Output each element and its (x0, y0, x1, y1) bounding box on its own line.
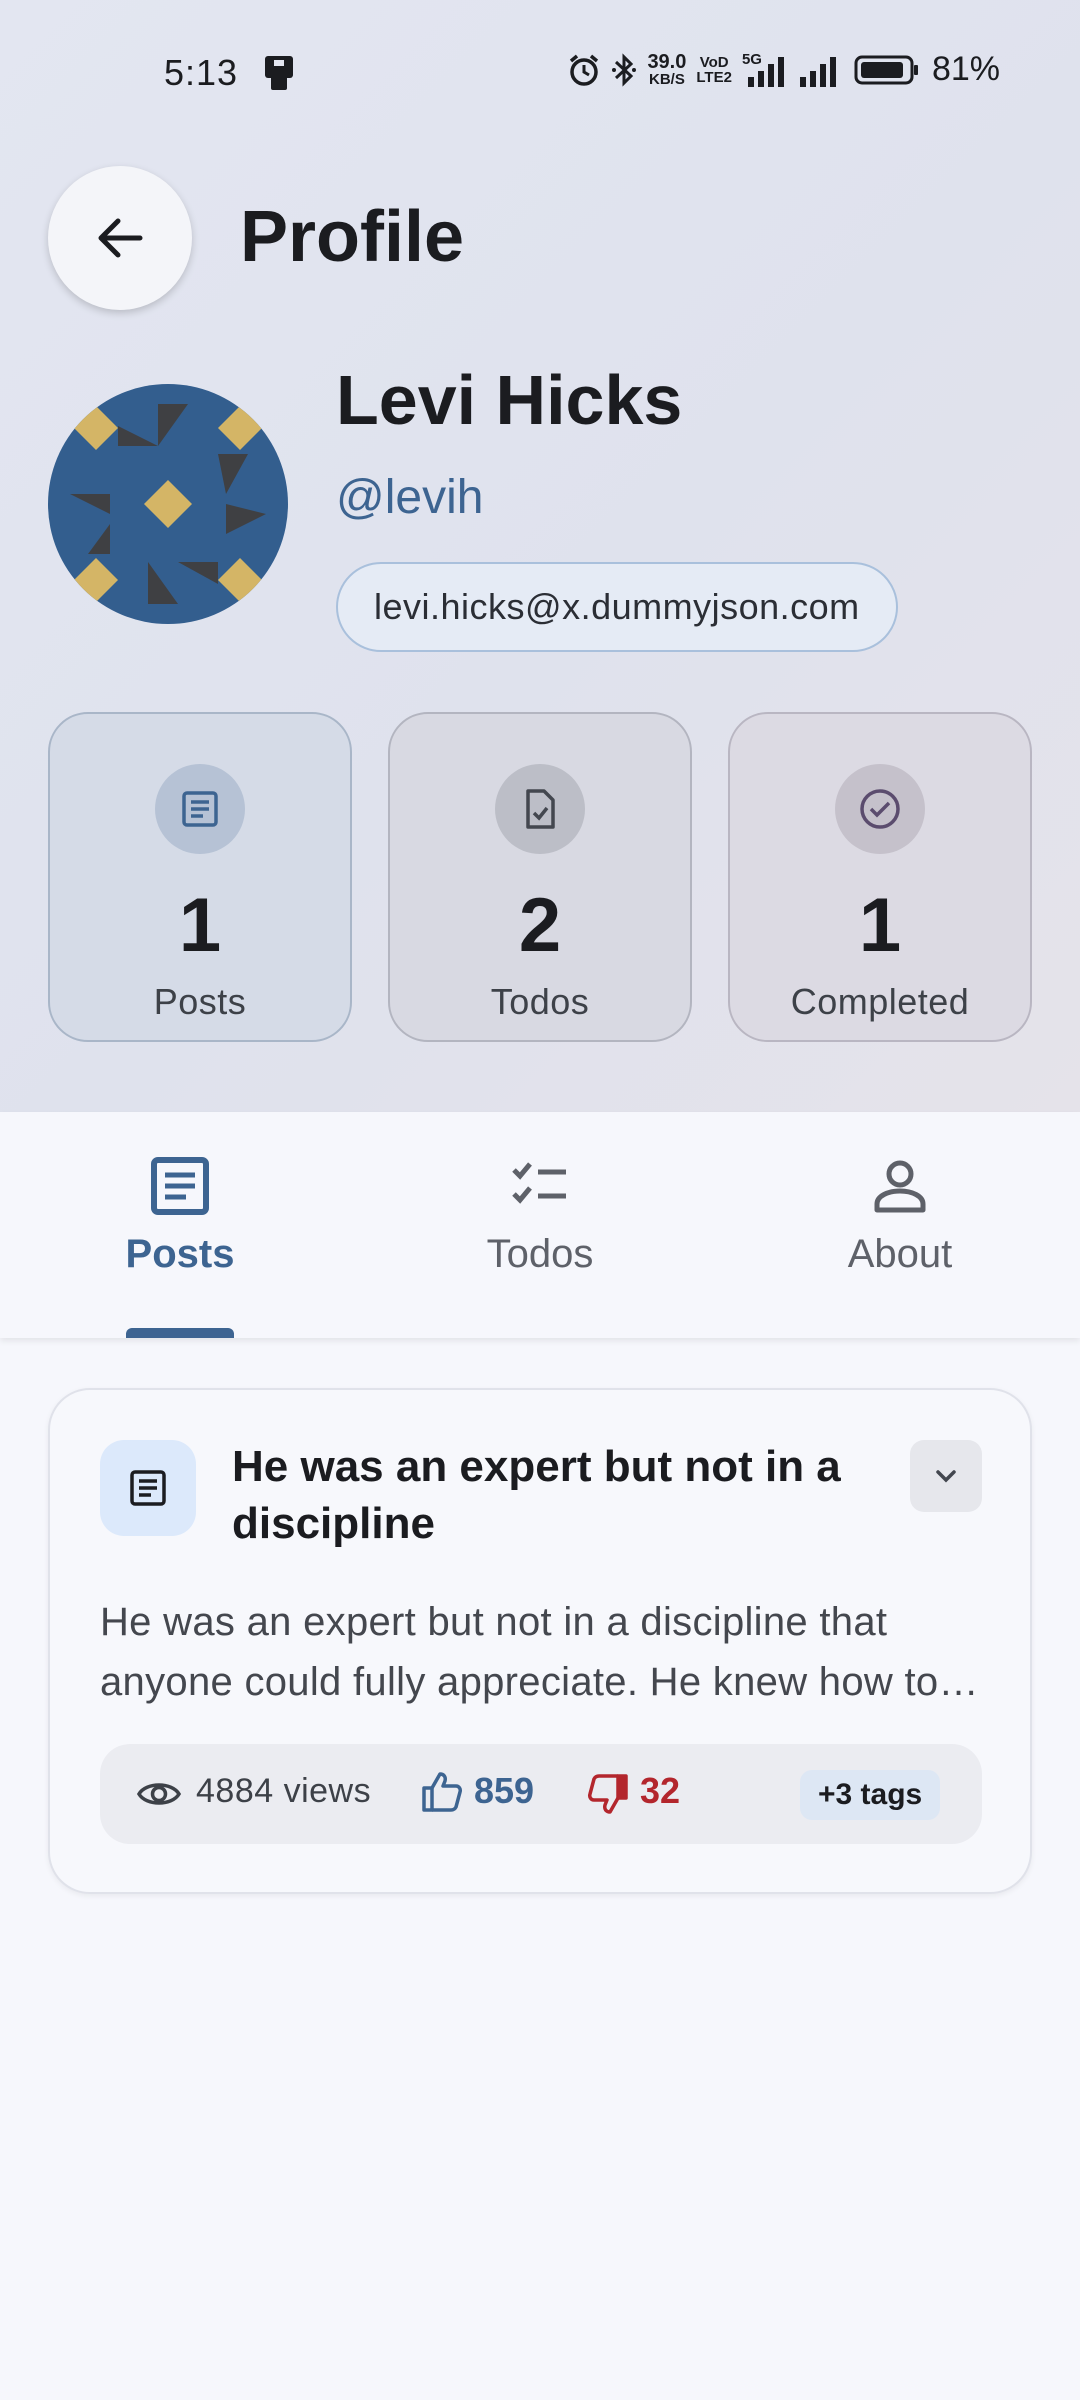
post-stats-bar: 4884 views 859 32 +3 tags (100, 1744, 982, 1844)
battery-icon (854, 55, 918, 84)
tab-label: Posts (125, 1232, 235, 1276)
tags-chip[interactable]: +3 tags (800, 1770, 941, 1820)
article-icon (151, 1157, 209, 1215)
volte-indicator: VoD LTE2 (696, 53, 732, 86)
email-chip[interactable]: levi.hicks@x.dummyjson.com (336, 562, 898, 652)
tab-indicator (126, 1328, 234, 1338)
expand-button[interactable] (910, 1440, 982, 1512)
tab-posts[interactable]: Posts (0, 1112, 360, 1338)
person-icon (874, 1160, 926, 1213)
network-speed: 39.0 KB/S (647, 51, 687, 88)
task-file-icon (495, 764, 585, 854)
chevron-down-icon (936, 1470, 956, 1483)
tab-about[interactable]: About (720, 1112, 1080, 1338)
check-circle-icon (835, 764, 925, 854)
post-card[interactable]: He was an expert but not in a discipline… (48, 1388, 1032, 1894)
stat-value-todos: 2 (518, 883, 562, 968)
page-title: Profile (240, 197, 465, 277)
views-count: 4884 views (196, 1772, 372, 1810)
stat-value-completed: 1 (858, 883, 902, 968)
post-body: He was an expert but not in a discipline… (100, 1600, 939, 1704)
avatar[interactable] (48, 384, 288, 624)
thumb-down-icon[interactable] (586, 1772, 630, 1816)
user-handle: @levih (336, 471, 484, 524)
checklist-icon (512, 1162, 566, 1204)
status-time: 5:13 (164, 52, 239, 93)
stat-card-completed[interactable]: 1 Completed (728, 712, 1032, 1042)
alarm-icon (570, 54, 599, 86)
tab-label: About (847, 1232, 953, 1276)
arrow-left-icon (98, 218, 143, 258)
signal-icon (799, 56, 836, 87)
identicon-avatar-image (48, 384, 288, 624)
signal-5g: 5G (742, 51, 788, 87)
app-notification-icon (265, 56, 293, 90)
status-bar: 5:13 39.0 KB/S VoD LTE2 5G 81% (0, 40, 1080, 104)
tab-label: Todos (486, 1232, 594, 1276)
eye-icon (136, 1783, 182, 1805)
tab-bar: Posts Todos About (0, 1112, 1080, 1338)
user-name: Levi Hicks (336, 361, 683, 439)
article-icon (155, 764, 245, 854)
battery-percent: 81% (931, 50, 1000, 88)
stat-card-todos[interactable]: 2 Todos (388, 712, 692, 1042)
back-button[interactable] (48, 166, 192, 310)
dislikes-count: 32 (640, 1770, 681, 1811)
stat-label-todos: Todos (490, 981, 590, 1022)
stat-value-posts: 1 (178, 883, 222, 968)
article-icon (100, 1440, 196, 1536)
stat-label-completed: Completed (790, 981, 970, 1022)
tab-todos[interactable]: Todos (360, 1112, 720, 1338)
bluetooth-icon (612, 52, 637, 87)
stat-card-posts[interactable]: 1 Posts (48, 712, 352, 1042)
stat-label-posts: Posts (153, 981, 247, 1022)
thumb-up-icon[interactable] (420, 1770, 464, 1814)
likes-count: 859 (474, 1770, 535, 1811)
post-title: He was an expert but not in a discipline (232, 1442, 841, 1548)
